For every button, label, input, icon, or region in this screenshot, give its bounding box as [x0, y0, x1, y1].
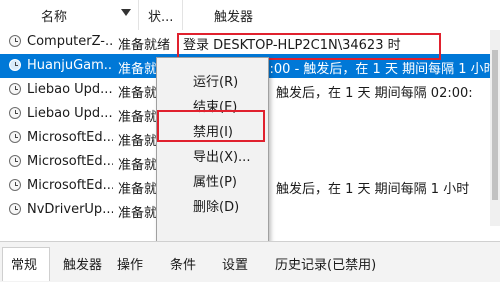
task-name: MicrosoftEd...	[27, 154, 113, 169]
menu-item-run[interactable]: 运行(R)	[193, 71, 238, 90]
highlight-disable-box	[157, 110, 265, 142]
task-clock-icon	[9, 155, 21, 167]
vertical-scrollbar[interactable]	[490, 30, 500, 226]
column-header-status[interactable]: 状...	[148, 6, 173, 25]
task-list-header: 名称 状... 触发器	[0, 0, 500, 30]
task-clock-icon	[9, 59, 21, 71]
menu-item-export[interactable]: 导出(X)...	[193, 146, 250, 165]
task-name: MicrosoftEd...	[27, 178, 113, 193]
task-clock-icon	[9, 107, 21, 119]
column-divider[interactable]	[138, 0, 139, 30]
menu-item-delete[interactable]: 删除(D)	[193, 196, 239, 215]
highlight-trigger-box	[177, 33, 441, 60]
scrollbar-thumb[interactable]	[492, 50, 498, 200]
context-menu: 运行(R) 结束(E) 禁用(I) 导出(X)... 属性(P) 删除(D)	[156, 57, 269, 242]
task-status: 准备就绪	[118, 38, 170, 53]
tab-history[interactable]: 历史记录(已禁用)	[275, 254, 376, 273]
task-clock-icon	[9, 131, 21, 143]
tab-conditions[interactable]: 条件	[170, 254, 196, 273]
tab-triggers[interactable]: 触发器	[63, 254, 102, 273]
task-name: Liebao Upd...	[27, 82, 113, 97]
tab-actions[interactable]: 操作	[117, 254, 143, 273]
menu-item-properties[interactable]: 属性(P)	[193, 171, 237, 190]
sort-down-icon[interactable]	[121, 9, 131, 16]
task-trigger: 触发后，在 1 天 期间每隔 1 小时	[276, 182, 470, 197]
task-clock-icon	[9, 203, 21, 215]
tab-settings[interactable]: 设置	[222, 254, 248, 273]
column-header-trigger[interactable]: 触发器	[214, 6, 253, 25]
task-clock-icon	[9, 179, 21, 191]
task-name: HuanjuGam...	[27, 58, 113, 73]
task-trigger: 触发后，在 1 天 期间每隔 02:00:	[276, 86, 473, 101]
column-divider[interactable]	[182, 0, 183, 30]
task-name: ComputerZ-...	[27, 34, 113, 49]
column-header-name[interactable]: 名称	[41, 6, 67, 25]
task-name: Liebao Upd...	[27, 106, 113, 121]
task-name: MicrosoftEd...	[27, 130, 113, 145]
task-clock-icon	[9, 83, 21, 95]
task-clock-icon	[9, 35, 21, 47]
task-name: NvDriverUp...	[27, 202, 113, 217]
tab-general[interactable]: 常规	[11, 254, 37, 273]
